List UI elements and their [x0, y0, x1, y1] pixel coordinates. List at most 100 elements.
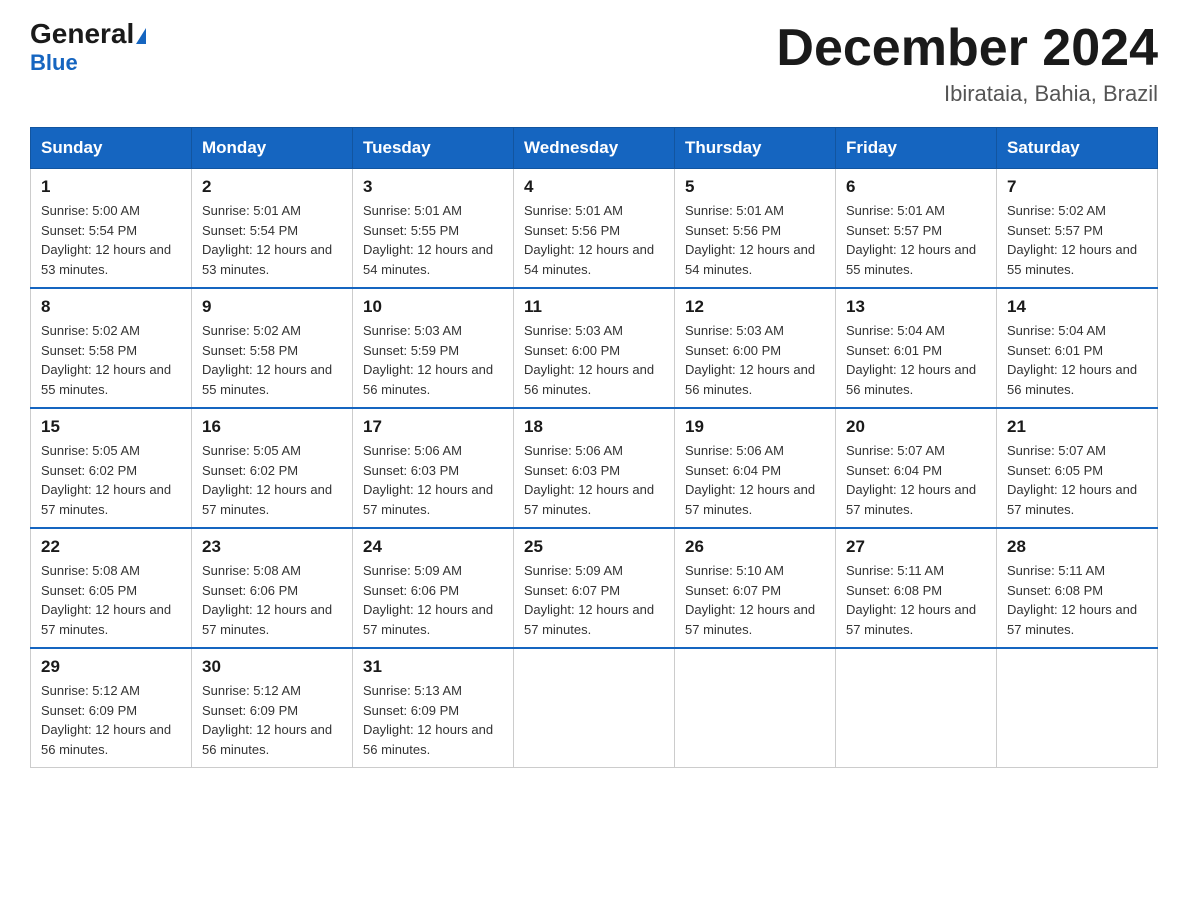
calendar-day-cell: 22 Sunrise: 5:08 AMSunset: 6:05 PMDayligh…	[31, 528, 192, 648]
day-info: Sunrise: 5:11 AMSunset: 6:08 PMDaylight:…	[1007, 561, 1147, 639]
calendar-day-cell: 17 Sunrise: 5:06 AMSunset: 6:03 PMDayligh…	[353, 408, 514, 528]
weekday-header-row: SundayMondayTuesdayWednesdayThursdayFrid…	[31, 128, 1158, 169]
day-number: 30	[202, 657, 342, 677]
weekday-header-sunday: Sunday	[31, 128, 192, 169]
month-title: December 2024	[776, 20, 1158, 77]
calendar-day-cell: 2 Sunrise: 5:01 AMSunset: 5:54 PMDaylight…	[192, 169, 353, 289]
calendar-day-cell: 25Sunrise: 5:09 AMSunset: 6:07 PMDayligh…	[514, 528, 675, 648]
day-number: 27	[846, 537, 986, 557]
day-info: Sunrise: 5:02 AMSunset: 5:58 PMDaylight:…	[41, 321, 181, 399]
day-number: 11	[524, 297, 664, 317]
calendar-day-cell: 8 Sunrise: 5:02 AMSunset: 5:58 PMDaylight…	[31, 288, 192, 408]
day-info: Sunrise: 5:01 AMSunset: 5:56 PMDaylight:…	[685, 201, 825, 279]
day-info: Sunrise: 5:11 AMSunset: 6:08 PMDaylight:…	[846, 561, 986, 639]
day-info: Sunrise: 5:02 AMSunset: 5:57 PMDaylight:…	[1007, 201, 1147, 279]
day-number: 12	[685, 297, 825, 317]
calendar-day-cell: 24Sunrise: 5:09 AMSunset: 6:06 PMDayligh…	[353, 528, 514, 648]
calendar-day-cell	[836, 648, 997, 768]
logo-triangle-icon	[136, 28, 146, 44]
calendar-day-cell: 21Sunrise: 5:07 AMSunset: 6:05 PMDayligh…	[997, 408, 1158, 528]
day-info: Sunrise: 5:12 AMSunset: 6:09 PMDaylight:…	[202, 681, 342, 759]
weekday-header-wednesday: Wednesday	[514, 128, 675, 169]
day-number: 16	[202, 417, 342, 437]
day-info: Sunrise: 5:01 AMSunset: 5:56 PMDaylight:…	[524, 201, 664, 279]
day-number: 2	[202, 177, 342, 197]
day-number: 9	[202, 297, 342, 317]
calendar-day-cell: 19 Sunrise: 5:06 AMSunset: 6:04 PMDayligh…	[675, 408, 836, 528]
calendar-day-cell: 23 Sunrise: 5:08 AMSunset: 6:06 PMDayligh…	[192, 528, 353, 648]
calendar-day-cell: 3 Sunrise: 5:01 AMSunset: 5:55 PMDaylight…	[353, 169, 514, 289]
calendar-day-cell	[514, 648, 675, 768]
logo-blue-text: Blue	[30, 50, 78, 76]
day-number: 15	[41, 417, 181, 437]
calendar-day-cell: 5 Sunrise: 5:01 AMSunset: 5:56 PMDaylight…	[675, 169, 836, 289]
day-number: 17	[363, 417, 503, 437]
calendar-day-cell: 7 Sunrise: 5:02 AMSunset: 5:57 PMDaylight…	[997, 169, 1158, 289]
calendar-day-cell: 14 Sunrise: 5:04 AMSunset: 6:01 PMDayligh…	[997, 288, 1158, 408]
weekday-header-monday: Monday	[192, 128, 353, 169]
logo: General Blue	[30, 20, 146, 76]
day-info: Sunrise: 5:07 AMSunset: 6:04 PMDaylight:…	[846, 441, 986, 519]
calendar-day-cell: 12 Sunrise: 5:03 AMSunset: 6:00 PMDayligh…	[675, 288, 836, 408]
calendar-day-cell: 15 Sunrise: 5:05 AMSunset: 6:02 PMDayligh…	[31, 408, 192, 528]
calendar-day-cell: 1Sunrise: 5:00 AMSunset: 5:54 PMDaylight…	[31, 169, 192, 289]
day-number: 19	[685, 417, 825, 437]
calendar-day-cell: 4 Sunrise: 5:01 AMSunset: 5:56 PMDaylight…	[514, 169, 675, 289]
day-number: 5	[685, 177, 825, 197]
day-number: 1	[41, 177, 181, 197]
calendar-week-row: 8 Sunrise: 5:02 AMSunset: 5:58 PMDaylight…	[31, 288, 1158, 408]
calendar-day-cell: 13Sunrise: 5:04 AMSunset: 6:01 PMDayligh…	[836, 288, 997, 408]
day-number: 8	[41, 297, 181, 317]
page-header: General Blue December 2024 Ibirataia, Ba…	[30, 20, 1158, 107]
day-number: 6	[846, 177, 986, 197]
day-number: 22	[41, 537, 181, 557]
day-number: 14	[1007, 297, 1147, 317]
day-info: Sunrise: 5:04 AMSunset: 6:01 PMDaylight:…	[846, 321, 986, 399]
day-info: Sunrise: 5:01 AMSunset: 5:57 PMDaylight:…	[846, 201, 986, 279]
day-number: 21	[1007, 417, 1147, 437]
day-number: 4	[524, 177, 664, 197]
title-block: December 2024 Ibirataia, Bahia, Brazil	[776, 20, 1158, 107]
day-info: Sunrise: 5:02 AMSunset: 5:58 PMDaylight:…	[202, 321, 342, 399]
day-info: Sunrise: 5:06 AMSunset: 6:03 PMDaylight:…	[524, 441, 664, 519]
day-info: Sunrise: 5:01 AMSunset: 5:54 PMDaylight:…	[202, 201, 342, 279]
calendar-day-cell: 27 Sunrise: 5:11 AMSunset: 6:08 PMDayligh…	[836, 528, 997, 648]
day-number: 18	[524, 417, 664, 437]
location-subtitle: Ibirataia, Bahia, Brazil	[776, 81, 1158, 107]
day-info: Sunrise: 5:09 AMSunset: 6:07 PMDaylight:…	[524, 561, 664, 639]
calendar-day-cell: 29 Sunrise: 5:12 AMSunset: 6:09 PMDayligh…	[31, 648, 192, 768]
calendar-day-cell: 20Sunrise: 5:07 AMSunset: 6:04 PMDayligh…	[836, 408, 997, 528]
day-info: Sunrise: 5:06 AMSunset: 6:03 PMDaylight:…	[363, 441, 503, 519]
day-info: Sunrise: 5:10 AMSunset: 6:07 PMDaylight:…	[685, 561, 825, 639]
calendar-day-cell	[997, 648, 1158, 768]
day-info: Sunrise: 5:04 AMSunset: 6:01 PMDaylight:…	[1007, 321, 1147, 399]
day-info: Sunrise: 5:05 AMSunset: 6:02 PMDaylight:…	[41, 441, 181, 519]
calendar-day-cell: 28 Sunrise: 5:11 AMSunset: 6:08 PMDayligh…	[997, 528, 1158, 648]
day-number: 23	[202, 537, 342, 557]
calendar-day-cell: 26Sunrise: 5:10 AMSunset: 6:07 PMDayligh…	[675, 528, 836, 648]
day-info: Sunrise: 5:08 AMSunset: 6:05 PMDaylight:…	[41, 561, 181, 639]
calendar-week-row: 15 Sunrise: 5:05 AMSunset: 6:02 PMDayligh…	[31, 408, 1158, 528]
day-number: 29	[41, 657, 181, 677]
day-info: Sunrise: 5:01 AMSunset: 5:55 PMDaylight:…	[363, 201, 503, 279]
logo-general-text: General	[30, 18, 134, 49]
calendar-day-cell	[675, 648, 836, 768]
day-number: 10	[363, 297, 503, 317]
calendar-day-cell: 9 Sunrise: 5:02 AMSunset: 5:58 PMDaylight…	[192, 288, 353, 408]
weekday-header-thursday: Thursday	[675, 128, 836, 169]
calendar-week-row: 1Sunrise: 5:00 AMSunset: 5:54 PMDaylight…	[31, 169, 1158, 289]
day-info: Sunrise: 5:06 AMSunset: 6:04 PMDaylight:…	[685, 441, 825, 519]
calendar-week-row: 29 Sunrise: 5:12 AMSunset: 6:09 PMDayligh…	[31, 648, 1158, 768]
day-info: Sunrise: 5:12 AMSunset: 6:09 PMDaylight:…	[41, 681, 181, 759]
day-info: Sunrise: 5:03 AMSunset: 5:59 PMDaylight:…	[363, 321, 503, 399]
day-number: 28	[1007, 537, 1147, 557]
day-number: 7	[1007, 177, 1147, 197]
calendar-table: SundayMondayTuesdayWednesdayThursdayFrid…	[30, 127, 1158, 768]
calendar-day-cell: 30 Sunrise: 5:12 AMSunset: 6:09 PMDayligh…	[192, 648, 353, 768]
weekday-header-friday: Friday	[836, 128, 997, 169]
calendar-day-cell: 31Sunrise: 5:13 AMSunset: 6:09 PMDayligh…	[353, 648, 514, 768]
day-info: Sunrise: 5:08 AMSunset: 6:06 PMDaylight:…	[202, 561, 342, 639]
day-info: Sunrise: 5:03 AMSunset: 6:00 PMDaylight:…	[685, 321, 825, 399]
calendar-day-cell: 18 Sunrise: 5:06 AMSunset: 6:03 PMDayligh…	[514, 408, 675, 528]
day-number: 3	[363, 177, 503, 197]
